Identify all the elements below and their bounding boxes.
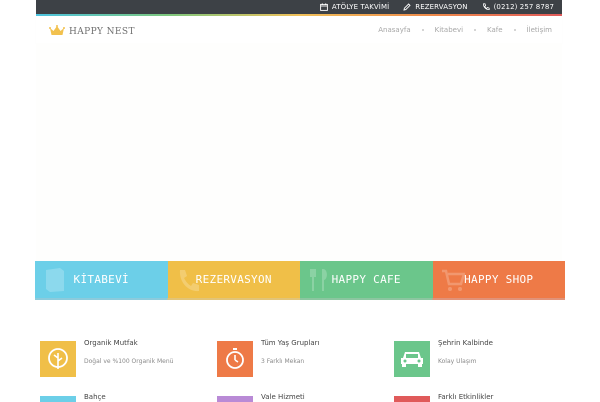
brand-logo[interactable]: HAPPY NEST (49, 23, 135, 41)
phone-label: (0212) 257 8787 (493, 3, 554, 11)
cutlery-icon (308, 267, 332, 293)
category-bar: KİTABEVİ REZERVASYON HAPPY CAFE HAPPY SH… (35, 261, 565, 298)
crown-icon (49, 23, 65, 41)
phone-icon (482, 3, 490, 11)
phone-link[interactable]: (0212) 257 8787 (482, 3, 554, 11)
reservation-link[interactable]: REZERVASYON (403, 3, 467, 11)
category-shop-label: HAPPY SHOP (464, 273, 534, 286)
phone-icon (176, 267, 200, 293)
category-bookstore-button[interactable]: KİTABEVİ (35, 261, 168, 298)
workshop-calendar-label: ATÖLYE TAKVİMİ (331, 3, 390, 11)
cart-icon (441, 267, 466, 293)
tree-icon (40, 396, 76, 402)
brand-name: HAPPY NEST (69, 27, 135, 37)
nav-item-home[interactable]: Anasayfa (378, 26, 410, 34)
nav-item-contact[interactable]: İletişim (527, 26, 552, 34)
star-icon (394, 396, 430, 402)
category-reservation-label: REZERVASYON (195, 273, 272, 286)
pencil-icon (403, 3, 411, 11)
features-section: Organik Mutfak Doğal ve %100 Organik Men… (40, 338, 560, 402)
nav-separator (513, 28, 516, 31)
category-shop-button[interactable]: HAPPY SHOP (432, 261, 565, 298)
workshop-calendar-link[interactable]: ATÖLYE TAKVİMİ (320, 3, 389, 11)
main-navbar: HAPPY NEST Anasayfa Kitabevi Kafe İletiş… (36, 16, 562, 43)
feature-events: Farklı Etkinlikler (394, 338, 564, 402)
feature-valet: Vale Hizmeti (217, 338, 387, 402)
feature-garden: Bahçe (40, 338, 210, 402)
nav-separator (421, 28, 424, 31)
nav-menu: Anasayfa Kitabevi Kafe İletişim (378, 16, 552, 43)
nav-item-bookstore[interactable]: Kitabevi (435, 26, 463, 34)
category-cafe-button[interactable]: HAPPY CAFE (300, 261, 433, 298)
reservation-label: REZERVASYON (415, 3, 468, 11)
category-bar-shadow (35, 298, 565, 300)
nav-item-cafe[interactable]: Kafe (487, 26, 503, 34)
book-icon (43, 267, 67, 293)
hero-slider[interactable] (36, 43, 562, 261)
top-bar: ATÖLYE TAKVİMİ REZERVASYON (0212) 257 87… (36, 0, 562, 16)
key-icon (217, 396, 253, 402)
category-cafe-label: HAPPY CAFE (331, 273, 401, 286)
nav-separator (474, 28, 477, 31)
calendar-icon (320, 3, 328, 11)
category-bookstore-label: KİTABEVİ (73, 273, 129, 286)
category-reservation-button[interactable]: REZERVASYON (167, 261, 300, 298)
top-links: ATÖLYE TAKVİMİ REZERVASYON (0212) 257 87… (320, 0, 554, 14)
